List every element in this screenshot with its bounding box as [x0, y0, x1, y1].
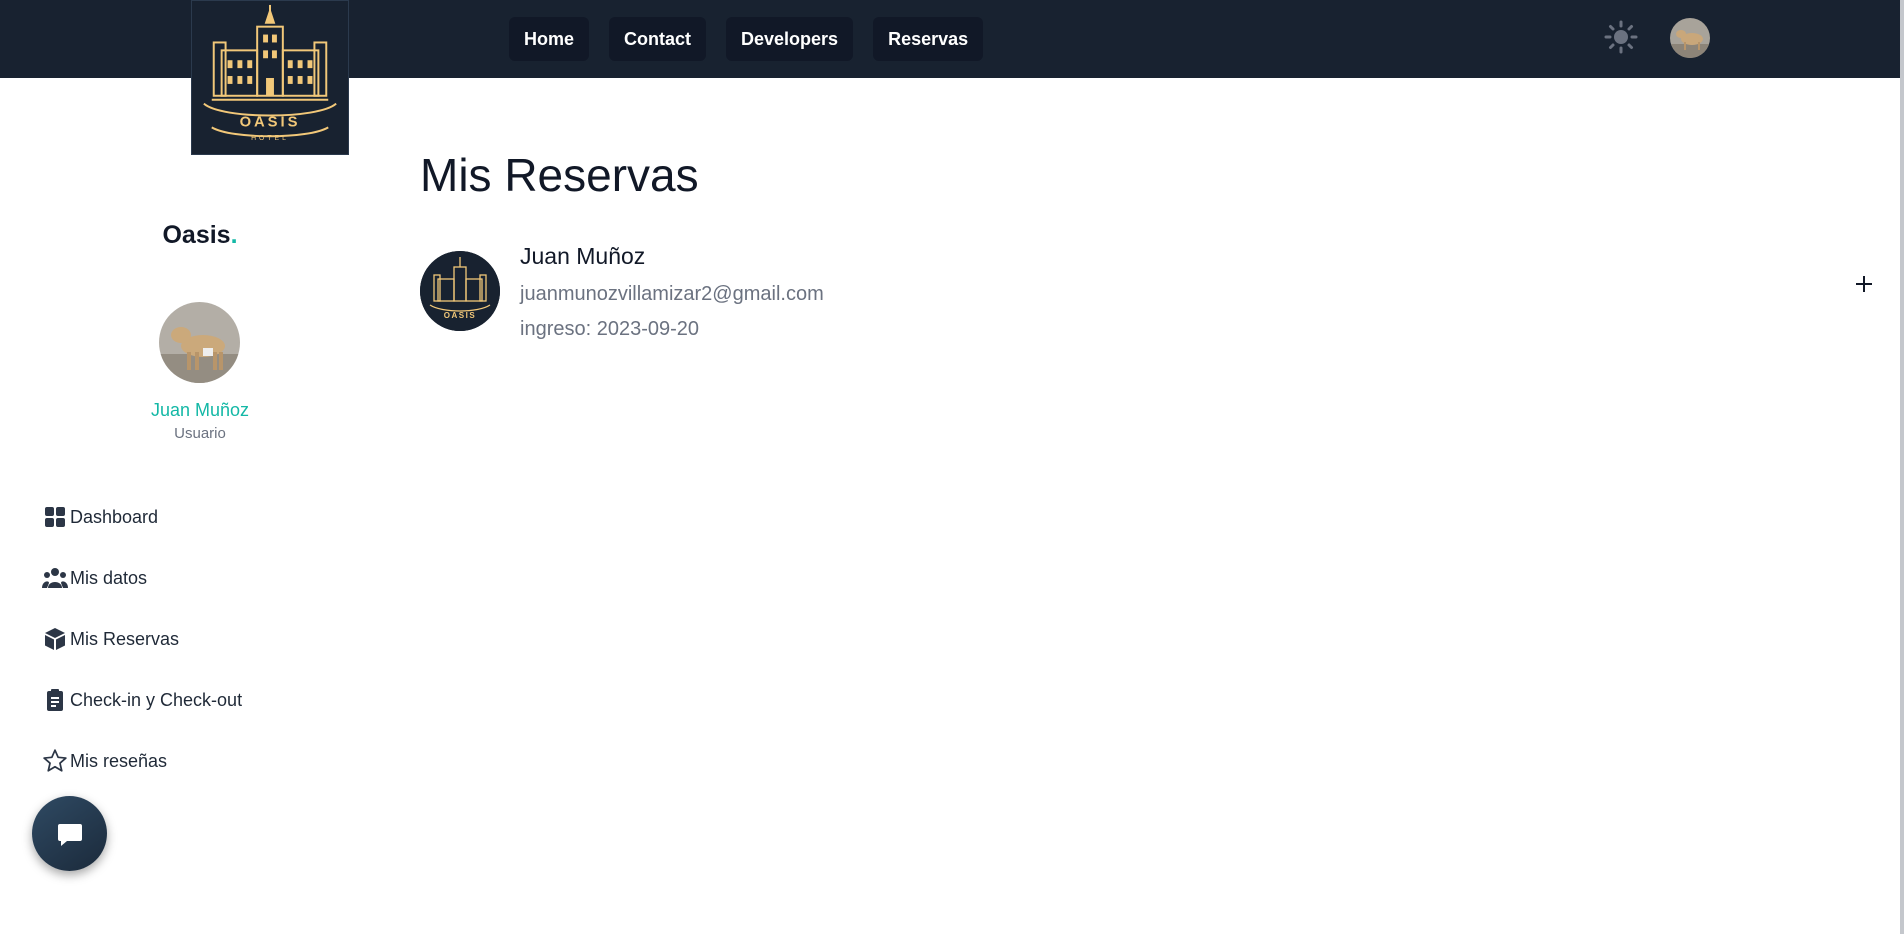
sidebar-user-name: Juan Muñoz — [150, 400, 250, 420]
nav-reservas-button[interactable]: Reservas — [873, 17, 984, 61]
reservation-hotel-logo: OASIS — [420, 251, 500, 331]
box-icon — [42, 626, 68, 652]
sidebar-item-label: Check-in y Check-out — [70, 689, 243, 710]
sidebar-item-mis-resenas[interactable]: Mis reseñas — [42, 744, 242, 778]
castle-logo-icon: OASIS — [420, 251, 500, 331]
brand-dot: . — [230, 221, 238, 249]
nav-developers-button[interactable]: Developers — [726, 17, 854, 61]
nav-contact-button[interactable]: Contact — [609, 17, 707, 61]
dog-avatar-icon — [159, 302, 240, 383]
reservation-date: ingreso: 2023-09-20 — [520, 318, 700, 340]
sidebar-item-mis-reservas[interactable]: Mis Reservas — [42, 622, 242, 656]
sidebar-item-mis-datos[interactable]: Mis datos — [42, 561, 242, 595]
logo-text: OASIS — [240, 114, 301, 130]
sidebar-brand: Oasis. — [0, 221, 400, 250]
theme-toggle-button[interactable] — [1604, 20, 1638, 54]
user-avatar-button[interactable] — [1670, 18, 1710, 58]
chat-button[interactable] — [32, 796, 107, 871]
star-icon — [42, 748, 68, 774]
reservation-name: Juan Muñoz — [520, 243, 646, 269]
hotel-logo[interactable]: OASIS HOTEL — [191, 0, 349, 155]
users-icon — [42, 565, 68, 591]
brand-text: Oasis — [162, 221, 231, 249]
chat-bubble-icon — [57, 823, 82, 846]
reservation-email: juanmunozvillamizar2@gmail.com — [520, 283, 824, 305]
dog-avatar-icon — [1670, 18, 1710, 58]
grid-icon — [42, 504, 68, 530]
sidebar-item-dashboard[interactable]: Dashboard — [42, 500, 242, 534]
sidebar-item-check-in-out[interactable]: Check-in y Check-out — [42, 683, 242, 717]
page-title: Mis Reservas — [420, 149, 699, 201]
plus-icon — [1856, 276, 1872, 292]
add-reservation-button[interactable] — [1852, 272, 1876, 296]
reservation-logo-text: OASIS — [444, 311, 476, 320]
clipboard-icon — [42, 687, 68, 713]
sidebar-item-label: Mis reseñas — [70, 750, 168, 771]
sidebar-menu: Dashboard Mis datos Mis Reservas Check-i… — [42, 500, 242, 805]
sidebar-item-label: Mis datos — [70, 567, 148, 588]
sidebar-user-role: Usuario — [174, 425, 226, 442]
nav-home-button[interactable]: Home — [509, 17, 590, 61]
scrollbar-thumb[interactable] — [1900, 0, 1904, 934]
castle-logo-icon: OASIS HOTEL — [203, 4, 337, 142]
reservation-card[interactable]: OASIS Juan Muñoz juanmunozvillamizar2@gm… — [420, 243, 1880, 353]
main-nav: Home Contact Developers Reservas — [509, 17, 984, 61]
sun-icon — [1604, 20, 1638, 54]
logo-subtext: HOTEL — [251, 135, 289, 142]
page-scrollbar[interactable] — [1900, 0, 1904, 934]
sidebar-item-label: Mis Reservas — [70, 628, 180, 649]
sidebar-item-label: Dashboard — [70, 506, 159, 527]
sidebar-avatar — [159, 302, 240, 383]
